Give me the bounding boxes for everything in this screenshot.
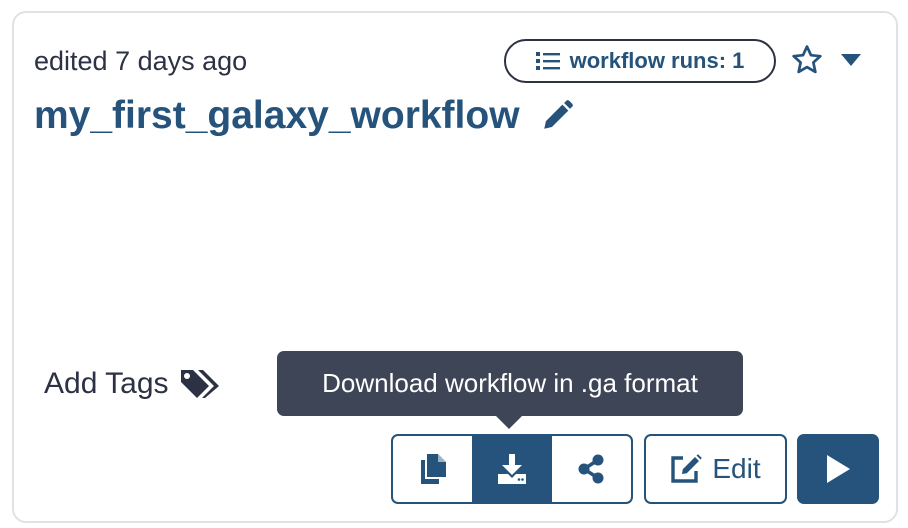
run-workflow-button[interactable] [797,434,879,504]
pencil-icon[interactable] [540,99,574,133]
star-outline-icon[interactable] [790,43,824,77]
tooltip-arrow [496,416,522,429]
download-button[interactable] [472,436,552,502]
list-icon [535,52,560,70]
caret-down-icon[interactable] [840,51,862,69]
workflow-actions-group [391,434,633,504]
edited-timestamp: edited 7 days ago [34,46,248,76]
download-tooltip: Download workflow in .ga format [277,351,743,416]
edit-label: Edit [712,453,761,484]
copy-button[interactable] [393,436,472,502]
edit-button[interactable]: Edit [644,434,787,504]
workflow-title[interactable]: my_first_galaxy_workflow [34,93,520,139]
play-icon [827,455,850,483]
add-tags[interactable]: Add Tags [44,366,223,402]
add-tags-label: Add Tags [44,367,169,400]
tags-icon [180,370,219,398]
workflow-card: edited 7 days ago workflow runs: 1 my_fi… [12,11,898,523]
workflow-runs-badge[interactable]: workflow runs: 1 [504,39,776,83]
title-row: my_first_galaxy_workflow [34,93,574,139]
copy-icon [420,454,446,484]
download-icon [497,454,526,484]
share-button[interactable] [552,436,631,502]
share-icon [578,454,604,484]
edit-icon [671,454,703,483]
workflow-runs-label: workflow runs: 1 [569,48,745,73]
